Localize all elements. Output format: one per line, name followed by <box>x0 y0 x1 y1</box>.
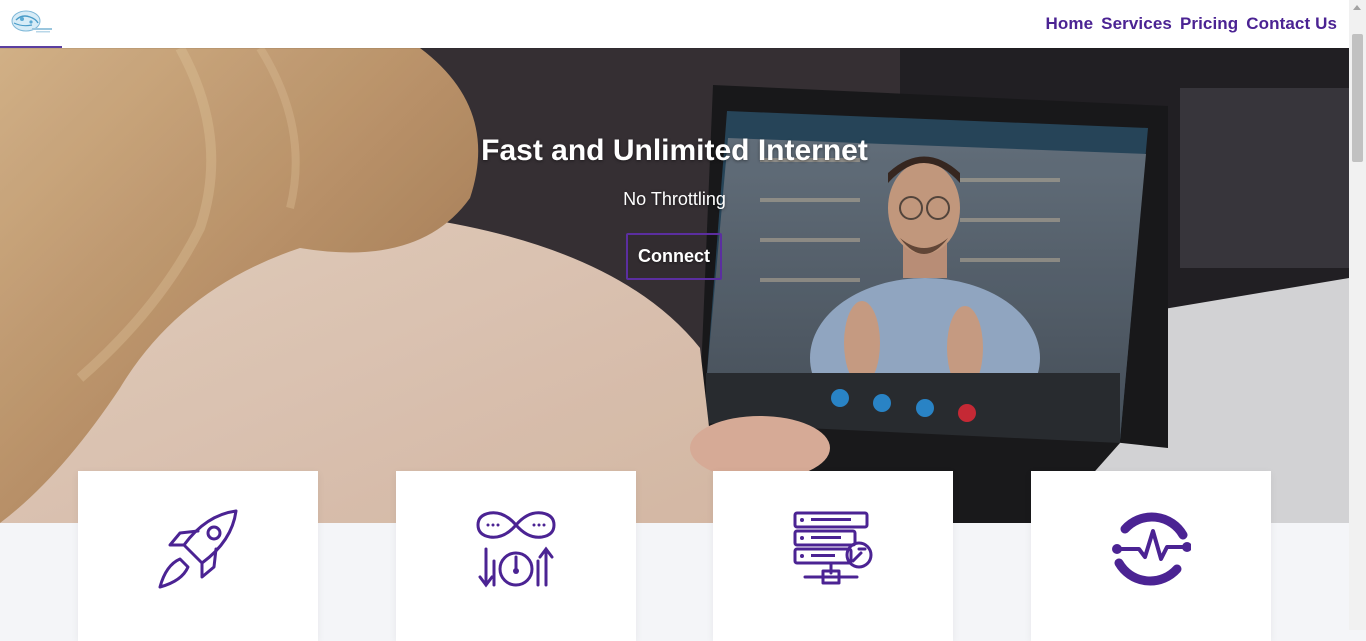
nav-services[interactable]: Services <box>1101 14 1172 34</box>
server-settings-icon <box>793 511 873 585</box>
scroll-up-arrow-icon[interactable] <box>1353 5 1361 10</box>
hero-section: Fast and Unlimited Internet No Throttlin… <box>0 48 1349 523</box>
nav-home[interactable]: Home <box>1046 14 1094 34</box>
hero-title: Fast and Unlimited Internet <box>481 134 868 167</box>
feature-card-pulse[interactable] <box>1031 471 1271 641</box>
active-indicator <box>0 46 62 48</box>
globe-logo[interactable] <box>8 8 54 36</box>
nav-contact-us[interactable]: Contact Us <box>1246 14 1337 34</box>
feature-card-unlimited[interactable] <box>396 471 636 641</box>
hero-subtitle: No Throttling <box>623 189 726 209</box>
nav-pricing[interactable]: Pricing <box>1180 14 1238 34</box>
feature-card-server[interactable] <box>713 471 953 641</box>
pulse-icon <box>1112 512 1191 586</box>
feature-card-rocket[interactable] <box>78 471 318 641</box>
page-scrollbar[interactable] <box>1349 0 1366 630</box>
main-nav: Home Services Pricing Contact Us <box>1046 14 1337 34</box>
scroll-thumb[interactable] <box>1352 34 1363 162</box>
hero-overlay <box>0 48 1349 523</box>
infinity-speedometer-icon <box>476 511 556 588</box>
connect-button[interactable]: Connect <box>626 233 722 280</box>
site-header: Home Services Pricing Contact Us <box>0 0 1349 48</box>
rocket-icon <box>158 509 238 589</box>
